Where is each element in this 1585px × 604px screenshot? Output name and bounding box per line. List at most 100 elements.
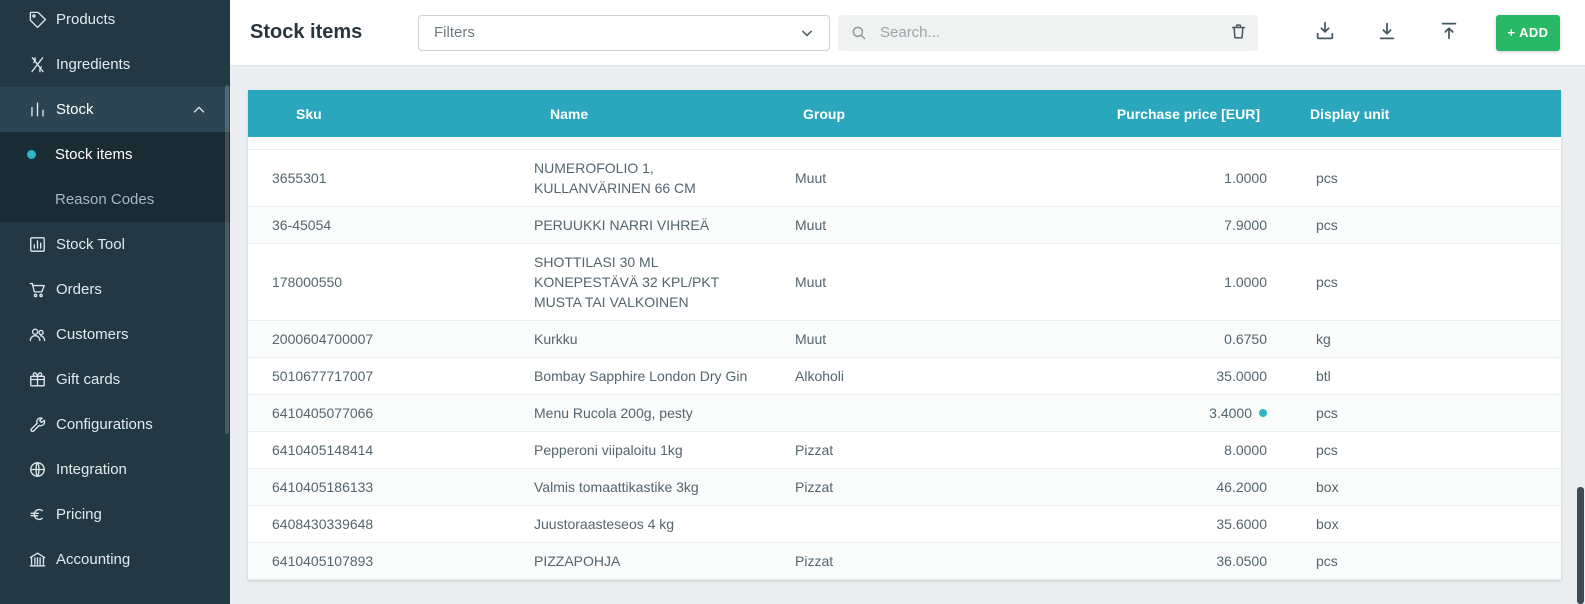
cell-name: Valmis tomaattikastike 3kg xyxy=(510,469,772,505)
add-button[interactable]: + ADD xyxy=(1496,15,1560,51)
table-row[interactable]: 3655301NUMEROFOLIO 1, KULLANVÄRINEN 66 C… xyxy=(248,150,1561,207)
column-header-sku[interactable]: Sku xyxy=(248,106,510,122)
cell-group: Pizzat xyxy=(772,432,1032,468)
table-row[interactable]: 6410405186133Valmis tomaattikastike 3kgP… xyxy=(248,469,1561,506)
price-indicator-dot xyxy=(1259,409,1267,417)
sidebar-item-label: Pricing xyxy=(56,506,102,523)
cell-purchase-price: 0.6750 xyxy=(1032,321,1278,357)
chevron-up-icon xyxy=(190,101,208,119)
sidebar-item-gift-cards[interactable]: Gift cards xyxy=(0,357,230,402)
cell-purchase-price: 3.4000 xyxy=(1032,395,1278,431)
cell-group: Pizzat xyxy=(772,469,1032,505)
cell-purchase-price: 7.9000 xyxy=(1032,207,1278,243)
sidebar-item-configurations[interactable]: Configurations xyxy=(0,402,230,447)
upload-icon xyxy=(1438,20,1460,45)
cell-name: Kurkku xyxy=(510,321,772,357)
sidebar-item-products[interactable]: Products xyxy=(0,0,230,42)
sidebar-item-label: Stock Tool xyxy=(56,236,125,253)
toolbar-actions xyxy=(1312,20,1462,46)
column-header-purchase-price-eur[interactable]: Purchase price [EUR] xyxy=(1032,106,1278,122)
sidebar-item-orders[interactable]: Orders xyxy=(0,267,230,312)
sidebar-item-label: Configurations xyxy=(56,416,153,433)
table-row[interactable]: 6410405148414Pepperoni viipaloitu 1kgPiz… xyxy=(248,432,1561,469)
table-row[interactable]: 178000550SHOTTILASI 30 ML KONEPESTÄVÄ 32… xyxy=(248,244,1561,321)
cell-purchase-price: 35.6000 xyxy=(1032,506,1278,542)
column-header-display-unit[interactable]: Display unit xyxy=(1278,106,1561,122)
configurations-icon xyxy=(27,415,47,435)
cell-group: Muut xyxy=(772,160,1032,196)
sidebar-item-stock[interactable]: Stock xyxy=(0,87,230,132)
sidebar-item-ingredients[interactable]: Ingredients xyxy=(0,42,230,87)
search-box xyxy=(838,15,1258,51)
toolbar: Stock items Filters xyxy=(230,0,1585,66)
table-scrollbar[interactable] xyxy=(1577,487,1584,604)
sidebar-subitem-label: Stock items xyxy=(55,146,133,163)
sidebar-item-label: Accounting xyxy=(56,551,130,568)
sidebar-item-label: Stock xyxy=(56,101,94,118)
cell-purchase-price: 1.0000 xyxy=(1032,264,1278,300)
sidebar-item-label: Customers xyxy=(56,326,129,343)
cell-name: NUMEROFOLIO 1, KULLANVÄRINEN 66 CM xyxy=(510,150,772,206)
cell-display-unit: pcs xyxy=(1278,160,1561,196)
sidebar-item-label: Gift cards xyxy=(56,371,120,388)
cell-display-unit: box xyxy=(1278,469,1561,505)
gift-cards-icon xyxy=(27,370,47,390)
upload-button[interactable] xyxy=(1436,20,1462,46)
trash-icon xyxy=(1229,22,1248,44)
search-icon xyxy=(850,24,868,42)
cell-purchase-price: 36.0500 xyxy=(1032,543,1278,579)
table-row[interactable]: 6408430339648Juustoraasteseos 4 kg35.600… xyxy=(248,506,1561,543)
cell-sku: 36-45054 xyxy=(248,207,510,243)
cell-sku: 2000604700007 xyxy=(248,321,510,357)
table-row[interactable]: 6410405107893PIZZAPOHJAPizzat36.0500pcs xyxy=(248,543,1561,580)
sidebar-item-accounting[interactable]: Accounting xyxy=(0,537,230,582)
export-button[interactable] xyxy=(1312,20,1338,46)
sidebar-item-label: Ingredients xyxy=(56,56,130,73)
content-area: SkuNameGroupPurchase price [EUR]Display … xyxy=(230,66,1585,604)
cell-display-unit: pcs xyxy=(1278,264,1561,300)
table-row[interactable]: 6410405077066Menu Rucola 200g, pesty3.40… xyxy=(248,395,1561,432)
table-row[interactable]: 36-45054PERUUKKI NARRI VIHREÄMuut7.9000p… xyxy=(248,207,1561,244)
pricing-icon xyxy=(27,505,47,525)
products-icon xyxy=(27,10,47,30)
clear-search-button[interactable] xyxy=(1226,21,1250,45)
sidebar-subitem-stock-items[interactable]: Stock items xyxy=(0,132,230,177)
sidebar-item-pricing[interactable]: Pricing xyxy=(0,492,230,537)
cell-group: Pizzat xyxy=(772,543,1032,579)
column-header-name[interactable]: Name xyxy=(510,106,772,122)
cell-name: PIZZAPOHJA xyxy=(510,543,772,579)
table-header: SkuNameGroupPurchase price [EUR]Display … xyxy=(248,90,1561,137)
sidebar-item-stock-tool[interactable]: Stock Tool xyxy=(0,222,230,267)
cell-purchase-price: 46.2000 xyxy=(1032,469,1278,505)
bullet-spacer xyxy=(27,195,36,204)
import-button[interactable] xyxy=(1374,20,1400,46)
cell-display-unit: box xyxy=(1278,506,1561,542)
sidebar-subitem-reason-codes[interactable]: Reason Codes xyxy=(0,177,230,222)
cell-display-unit: btl xyxy=(1278,358,1561,394)
table-body: 3655301NUMEROFOLIO 1, KULLANVÄRINEN 66 C… xyxy=(248,137,1561,580)
sidebar-item-customers[interactable]: Customers xyxy=(0,312,230,357)
integration-icon xyxy=(27,460,47,480)
cell-display-unit: pcs xyxy=(1278,207,1561,243)
column-header-group[interactable]: Group xyxy=(772,106,1032,122)
cell-display-unit: kg xyxy=(1278,321,1561,357)
sidebar-scrollbar[interactable] xyxy=(225,85,229,434)
search-input[interactable] xyxy=(878,23,1226,42)
accounting-icon xyxy=(27,550,47,570)
cell-name: PERUUKKI NARRI VIHREÄ xyxy=(510,207,772,243)
cell-group xyxy=(772,516,1032,532)
cell-purchase-price: 35.0000 xyxy=(1032,358,1278,394)
table-row[interactable]: 2000604700007KurkkuMuut0.6750kg xyxy=(248,321,1561,358)
active-bullet-icon xyxy=(27,150,36,159)
cell-display-unit: pcs xyxy=(1278,543,1561,579)
filters-dropdown[interactable]: Filters xyxy=(418,15,830,51)
sidebar-nav: Products Ingredients Stock Stock items Reaso… xyxy=(0,0,230,582)
sidebar-item-integration[interactable]: Integration xyxy=(0,447,230,492)
table-row[interactable]: 5010677717007Bombay Sapphire London Dry … xyxy=(248,358,1561,395)
cell-sku: 3655301 xyxy=(248,160,510,196)
stock-tool-icon xyxy=(27,235,47,255)
cell-group: Muut xyxy=(772,264,1032,300)
download-tray-icon xyxy=(1314,20,1336,45)
page-title: Stock items xyxy=(250,21,398,44)
sidebar-item-label: Integration xyxy=(56,461,127,478)
